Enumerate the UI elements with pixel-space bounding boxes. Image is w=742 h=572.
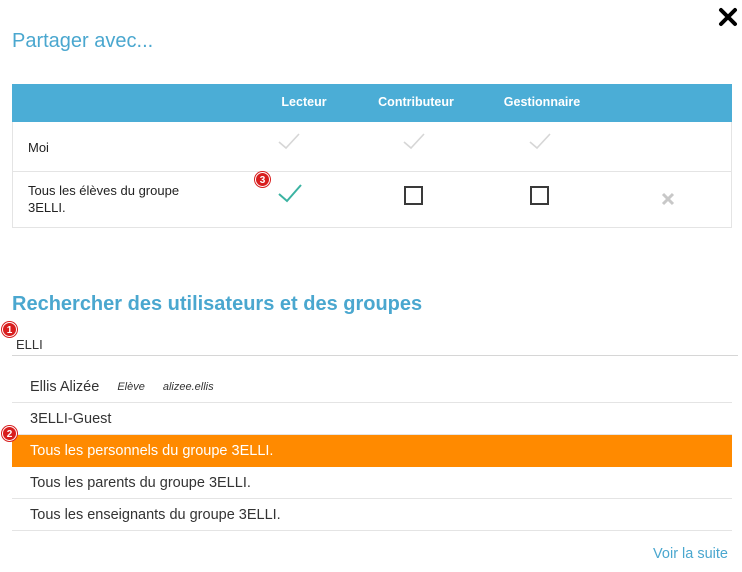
result-name: Tous les parents du groupe 3ELLI. bbox=[30, 474, 251, 491]
dialog-title: Partager avec... bbox=[12, 30, 154, 52]
result-name: Tous les enseignants du groupe 3ELLI. bbox=[30, 506, 281, 523]
row-divider bbox=[13, 171, 731, 172]
result-item[interactable]: 3ELLI-Guest bbox=[12, 403, 732, 435]
check-icon-lecteur-moi bbox=[277, 129, 301, 153]
close-button[interactable] bbox=[717, 6, 739, 28]
result-name: Ellis Alizée bbox=[30, 378, 100, 395]
search-input[interactable] bbox=[12, 332, 738, 356]
check-icon-contributeur-moi bbox=[402, 129, 426, 153]
check-icon-gestionnaire-moi bbox=[528, 129, 552, 153]
result-name: 3ELLI-Guest bbox=[30, 410, 112, 427]
result-login: alizee.ellis bbox=[162, 380, 214, 393]
row-label-eleves: Tous les élèves du groupe 3ELLI. bbox=[28, 182, 179, 216]
search-title: Rechercher des utilisateurs et des group… bbox=[12, 293, 423, 315]
header-gestionnaire: Gestionnaire bbox=[503, 95, 581, 109]
row-label-moi: Moi bbox=[28, 140, 49, 155]
result-item[interactable]: Tous les parents du groupe 3ELLI. bbox=[12, 467, 732, 499]
checkbox-box[interactable] bbox=[404, 186, 423, 205]
result-role: Elève bbox=[117, 380, 145, 393]
result-item-selected[interactable]: Tous les personnels du groupe 3ELLI. bbox=[12, 435, 732, 467]
check-icon-lecteur-eleves[interactable] bbox=[277, 181, 303, 205]
checkbox-gestionnaire-eleves[interactable] bbox=[529, 185, 550, 206]
checkbox-contributeur-eleves[interactable] bbox=[403, 185, 424, 206]
remove-row-button[interactable] bbox=[658, 189, 678, 209]
checkbox-box[interactable] bbox=[530, 186, 549, 205]
result-item[interactable]: Tous les enseignants du groupe 3ELLI. bbox=[12, 499, 732, 531]
row-label-eleves-line2: 3ELLI. bbox=[28, 200, 66, 215]
remove-x-icon bbox=[661, 192, 675, 206]
share-table: Lecteur Contributeur Gestionnaire Moi To… bbox=[12, 84, 732, 228]
search-results: Ellis Alizée Elève alizee.ellis 3ELLI-Gu… bbox=[12, 371, 732, 531]
header-contributeur: Contributeur bbox=[378, 95, 454, 109]
step-badge-3: 3 bbox=[255, 172, 270, 187]
table-header: Lecteur Contributeur Gestionnaire bbox=[12, 84, 732, 122]
step-badge-2: 2 bbox=[2, 426, 17, 441]
result-name: Tous les personnels du groupe 3ELLI. bbox=[30, 442, 274, 459]
header-lecteur: Lecteur bbox=[281, 95, 327, 109]
close-x-icon bbox=[719, 8, 737, 26]
see-more-link[interactable]: Voir la suite bbox=[653, 546, 728, 562]
row-label-eleves-line1: Tous les élèves du groupe bbox=[28, 183, 180, 198]
result-item[interactable]: Ellis Alizée Elève alizee.ellis bbox=[12, 371, 732, 403]
